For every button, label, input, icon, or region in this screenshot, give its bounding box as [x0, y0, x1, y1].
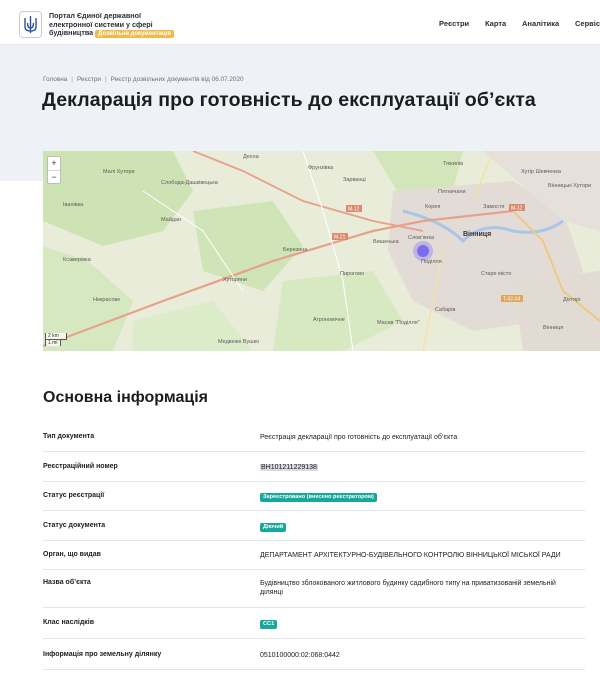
- scale-mi: 1 mi: [45, 339, 61, 346]
- map-label: Тяжилів: [443, 161, 463, 167]
- road-label: M-21: [334, 235, 346, 241]
- map-label: Пятничани: [438, 189, 466, 195]
- row-value: ВН101211229138: [260, 463, 580, 472]
- map-label: Вишенька: [373, 239, 400, 245]
- zoom-in-button[interactable]: +: [48, 157, 60, 170]
- brand-badge: Дозвільна документація: [95, 30, 174, 39]
- row-label: Інформація про земельну ділянку: [43, 651, 162, 658]
- row-label: Реєстраційний номер: [43, 463, 118, 470]
- brand-line-3: будівництва: [49, 28, 94, 38]
- breadcrumb-separator: |: [71, 76, 73, 83]
- breadcrumb: Головна | Реєстри | Реєстр дозвільних докуме…: [43, 76, 244, 83]
- table-row: Реєстраційний номер ВН101211229138: [43, 452, 585, 482]
- map-label: Іванівка: [63, 202, 84, 208]
- row-value: 0510100000:02:068:0442: [260, 652, 340, 659]
- trident-icon: [24, 16, 37, 33]
- scale-km: 2 km: [45, 333, 67, 340]
- table-row: Назва об’єкта Будівництво зблокованого ж…: [43, 570, 585, 608]
- section-title: Основна інформація: [43, 389, 208, 406]
- site-header: Портал Єдиної державної електронної сист…: [0, 0, 600, 45]
- row-label: Клас наслідків: [43, 619, 95, 626]
- row-value: Зареєстровано (внесено реєстратором): [260, 492, 580, 502]
- map-label: Діхтярі: [563, 297, 580, 303]
- breadcrumb-current: Реєстр дозвільних документів від 06.07.2…: [110, 76, 244, 83]
- map-label: Малі Хутори: [103, 169, 135, 175]
- consequence-class-badge: СС1: [260, 620, 278, 629]
- nav-analytics[interactable]: Аналітика: [522, 19, 559, 28]
- map-label: Десна: [243, 154, 260, 160]
- map-label: Майдан: [161, 216, 181, 223]
- map-view[interactable]: Вінниця Слов’янка Вишенька Поділля Корея…: [43, 151, 600, 351]
- map-label: Ксаверівка: [63, 257, 92, 263]
- info-table: Тип документа Реєстрація декларації про …: [43, 422, 585, 670]
- map-canvas[interactable]: Вінниця Слов’янка Вишенька Поділля Корея…: [43, 151, 600, 351]
- row-value: Будівництво зблокованого житлового будин…: [260, 580, 556, 596]
- map-label: Некрасове: [93, 297, 120, 303]
- row-value: Реєстрація декларації про готовність до …: [260, 434, 458, 441]
- nav-services[interactable]: Сервіс: [575, 19, 600, 28]
- map-label: Сабарів: [435, 307, 455, 313]
- map-zoom-control: + −: [47, 156, 61, 184]
- location-marker-icon: [417, 245, 429, 257]
- breadcrumb-home[interactable]: Головна: [43, 76, 67, 83]
- map-label: Слов’янка: [408, 235, 435, 241]
- map-label: Пирогово: [340, 271, 364, 277]
- row-label: Тип документа: [43, 433, 95, 440]
- map-label: Вінницькі Хутори: [548, 183, 591, 189]
- map-scale: 2 km 1 mi: [45, 333, 67, 346]
- row-label: Статус реєстрації: [43, 492, 105, 499]
- map-label: Корея: [425, 204, 440, 210]
- map-label: Поділля: [421, 259, 442, 265]
- map-label: Вінниця: [463, 230, 491, 238]
- row-value: СС1: [260, 619, 580, 629]
- map-label: Масив "Поділля": [377, 320, 420, 326]
- table-row: Статус документа Діючий: [43, 511, 585, 541]
- map-label: Слобода-Дашківецька: [161, 180, 219, 186]
- table-row: Тип документа Реєстрація декларації про …: [43, 422, 585, 452]
- map-label: Вінниця: [543, 325, 563, 331]
- row-label: Назва об’єкта: [43, 579, 91, 586]
- map-label: Замостя: [483, 204, 504, 210]
- breadcrumb-registries[interactable]: Реєстри: [77, 76, 101, 83]
- nav-registries[interactable]: Реєстри: [439, 19, 469, 28]
- zoom-out-button[interactable]: −: [48, 170, 60, 183]
- map-label: Агрономічне: [313, 317, 345, 323]
- row-value: ДЕПАРТАМЕНТ АРХІТЕКТУРНО-БУДІВЕЛЬНОГО КО…: [260, 552, 561, 559]
- road-label: M-12: [511, 206, 523, 212]
- map-label: Зарванці: [343, 177, 366, 183]
- table-row: Клас наслідків СС1: [43, 608, 585, 639]
- road-label: T-02-04: [503, 297, 520, 303]
- portal-brand[interactable]: Портал Єдиної державної електронної сист…: [49, 11, 179, 39]
- road-label: M-12: [348, 207, 360, 213]
- table-row: Орган, що видав ДЕПАРТАМЕНТ АРХІТЕКТУРНО…: [43, 541, 585, 570]
- status-badge: Діючий: [260, 523, 287, 532]
- map-label: Хуторяни: [223, 277, 247, 283]
- row-label: Орган, що видав: [43, 551, 101, 558]
- status-badge: Зареєстровано (внесено реєстратором): [260, 493, 377, 502]
- map-label: Березина: [283, 247, 308, 253]
- map-label: Старе місто: [481, 271, 511, 277]
- trident-logo-icon[interactable]: [19, 11, 42, 38]
- map-label: Медвеже Вушко: [218, 339, 259, 345]
- map-label: Хутір Шевченка: [521, 169, 562, 175]
- nav-map[interactable]: Карта: [485, 19, 506, 28]
- map-label: Фрунзівка: [308, 165, 334, 171]
- row-value: Діючий: [260, 522, 580, 532]
- table-row: Статус реєстрації Зареєстровано (внесено…: [43, 482, 585, 511]
- page-title: Декларація про готовність до експлуатаці…: [42, 89, 536, 111]
- row-label: Статус документа: [43, 522, 106, 529]
- breadcrumb-separator: |: [105, 76, 107, 83]
- registration-number: ВН101211229138: [260, 464, 318, 471]
- table-row: Інформація про земельну ділянку 05101000…: [43, 639, 585, 670]
